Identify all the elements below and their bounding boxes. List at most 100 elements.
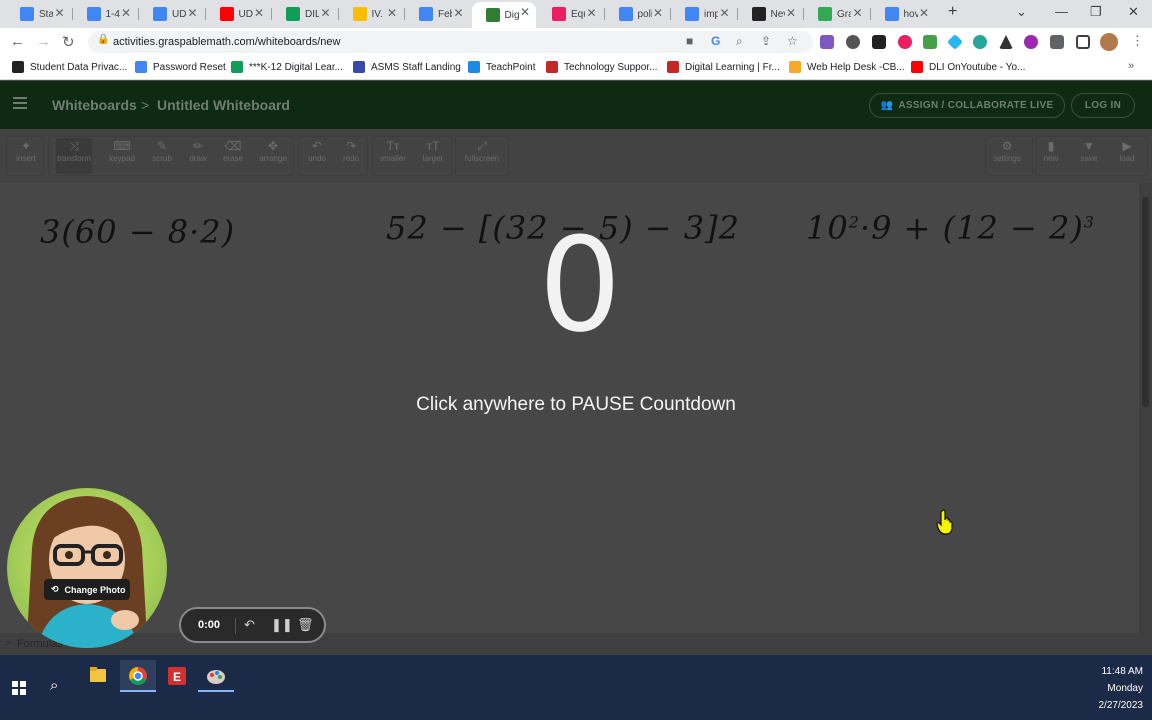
close-tab-icon[interactable]: ✕ — [919, 6, 929, 20]
tool-new[interactable]: ▮ new — [1033, 138, 1069, 174]
close-tab-icon[interactable]: ✕ — [121, 6, 131, 20]
browser-tab[interactable]: hov ✕ — [871, 3, 936, 25]
close-tab-icon[interactable]: ✕ — [453, 6, 463, 20]
tab-search-icon[interactable]: ⌄ — [1016, 4, 1027, 20]
close-tab-icon[interactable]: ✕ — [586, 6, 596, 20]
extension-dark-icon[interactable] — [872, 35, 886, 49]
page-title[interactable]: Untitled Whiteboard — [157, 97, 290, 113]
browser-tab[interactable]: UDI✕ — [139, 3, 204, 25]
close-tab-icon[interactable]: ✕ — [320, 6, 330, 20]
forward-icon[interactable]: → — [36, 33, 51, 50]
tool-insert[interactable]: ✦ insert — [8, 138, 44, 174]
bookmark-item[interactable]: DLI OnYoutube - Yo... — [911, 61, 1025, 73]
browser-tab[interactable]: DIL ✕ — [272, 3, 337, 25]
browser-tab[interactable]: poli✕ — [605, 3, 670, 25]
extension-puzzle-icon[interactable] — [820, 35, 834, 49]
close-tab-icon[interactable]: ✕ — [54, 6, 64, 20]
more-bookmarks-icon[interactable]: » — [1128, 60, 1134, 72]
tool-scrub[interactable]: ✎ scrub — [144, 138, 180, 174]
google-translate-icon[interactable]: G — [711, 34, 720, 48]
bookmark-item[interactable]: Technology Suppor... — [546, 61, 657, 73]
pause-icon[interactable]: ❚❚ — [271, 617, 293, 633]
tool-draw[interactable]: ✏ draw — [180, 138, 216, 174]
tool-undo[interactable]: ↶ undo — [299, 138, 335, 174]
bookmark-star-icon[interactable]: ☆ — [787, 34, 798, 48]
browser-tab[interactable]: Equ✕ — [538, 3, 603, 25]
math-expression-3[interactable]: 102·9 + (12 − 2)3 — [806, 209, 1095, 247]
tool-keypad[interactable]: ⌨ keypad — [104, 138, 140, 174]
tool-fullscreen[interactable]: ⤢ fullscreen — [464, 138, 500, 174]
red-app-icon[interactable]: E — [159, 660, 195, 692]
back-icon[interactable]: ← — [10, 33, 25, 50]
bookmark-item[interactable]: Password Reset — [135, 61, 226, 73]
share-icon[interactable]: ⇪ — [761, 34, 771, 48]
tool-load[interactable]: ▶ load — [1109, 138, 1145, 174]
extension-green-icon[interactable] — [923, 35, 937, 49]
profile-avatar[interactable] — [1100, 33, 1118, 51]
minimize-button[interactable]: — — [1055, 4, 1068, 19]
extension-flower-icon[interactable] — [898, 35, 912, 49]
tool-arrange[interactable]: ✥ arrange — [255, 138, 291, 174]
pause-countdown-message[interactable]: Click anywhere to PAUSE Countdown — [300, 394, 852, 416]
bookmark-item[interactable]: TeachPoint — [468, 61, 535, 73]
file-explorer-icon[interactable] — [80, 660, 116, 692]
address-bar[interactable]: 🔒 activities.graspablemath.com/whiteboar… — [88, 31, 813, 53]
paint-app-icon[interactable] — [198, 660, 234, 692]
browser-tab[interactable]: Feb✕ — [405, 3, 470, 25]
windows-start-icon[interactable] — [12, 681, 26, 700]
browser-tab[interactable]: imp ✕ — [671, 3, 736, 25]
scrollbar-thumb[interactable] — [1142, 197, 1149, 407]
close-tab-icon[interactable]: ✕ — [187, 6, 197, 20]
close-tab-icon[interactable]: ✕ — [719, 6, 729, 20]
delete-icon[interactable]: 🗑 — [297, 617, 314, 633]
extensions-menu-icon[interactable] — [1050, 35, 1064, 49]
extension-circle-icon[interactable] — [846, 35, 860, 49]
browser-tab[interactable]: IV. I✕ — [339, 3, 404, 25]
browser-tab[interactable]: UDI✕ — [206, 3, 271, 25]
tool-transform[interactable]: ⤨ transform — [56, 138, 92, 174]
close-tab-icon[interactable]: ✕ — [852, 6, 862, 20]
menu-icon[interactable] — [13, 97, 27, 109]
tool-save[interactable]: ▼ save — [1071, 138, 1107, 174]
webcam-avatar[interactable] — [7, 488, 167, 648]
canvas-scrollbar[interactable] — [1139, 183, 1152, 633]
breadcrumb-whiteboards[interactable]: Whiteboards — [52, 97, 137, 113]
restart-icon[interactable]: ↶ — [244, 617, 255, 633]
bookmark-item[interactable]: ASMS Staff Landing — [353, 61, 461, 73]
search-icon[interactable]: ⌕ — [50, 677, 58, 694]
close-tab-icon[interactable]: ✕ — [520, 5, 530, 19]
chrome-taskbar-icon[interactable] — [120, 660, 156, 692]
formulas-panel[interactable]: › Formulas — [0, 633, 1152, 655]
restore-button[interactable]: ❐ — [1090, 4, 1102, 20]
browser-tab[interactable]: Nev✕ — [738, 3, 803, 25]
chrome-menu-icon[interactable]: ⋮ — [1131, 33, 1144, 49]
rocket-icon[interactable] — [999, 35, 1013, 49]
bookmark-item[interactable]: Web Help Desk -CB... — [789, 61, 905, 73]
camera-icon[interactable]: ■ — [686, 34, 693, 48]
tool-smaller[interactable]: Tт smaller — [375, 138, 411, 174]
browser-tab[interactable]: 1-4 ✕ — [73, 3, 138, 25]
browser-tab[interactable]: Sta ✕ — [6, 3, 71, 25]
bookmark-item[interactable]: Student Data Privac... — [12, 61, 127, 73]
browser-tab[interactable]: Dig ✕ — [471, 2, 536, 28]
close-tab-icon[interactable]: ✕ — [387, 6, 397, 20]
tool-larger[interactable]: тT larger — [415, 138, 451, 174]
extension-purple-icon[interactable] — [1024, 35, 1038, 49]
taskbar-clock[interactable]: 11:48 AM Monday 2/27/2023 — [1099, 663, 1144, 714]
bookmark-item[interactable]: ***K-12 Digital Lear... — [231, 61, 343, 73]
new-tab-button[interactable]: + — [948, 3, 957, 21]
login-button[interactable]: LOG IN — [1071, 93, 1135, 118]
tool-redo[interactable]: ↷ redo — [333, 138, 369, 174]
math-expression-1[interactable]: 3(60 − 8·2) — [40, 213, 235, 251]
grammarly-icon[interactable] — [973, 35, 987, 49]
assign-collaborate-button[interactable]: 👥 ASSIGN / COLLABORATE LIVE — [869, 93, 1065, 118]
close-tab-icon[interactable]: ✕ — [786, 6, 796, 20]
extension-diamond-icon[interactable] — [947, 34, 963, 50]
zoom-icon[interactable]: ⌕ — [736, 34, 743, 49]
change-photo-button[interactable]: ⟲ Change Photo — [44, 579, 130, 600]
side-panel-icon[interactable] — [1076, 35, 1090, 49]
close-tab-icon[interactable]: ✕ — [254, 6, 264, 20]
tool-settings[interactable]: ⚙ settings — [989, 138, 1025, 174]
close-window-button[interactable]: ✕ — [1128, 4, 1139, 20]
tool-erase[interactable]: ⌫ erase — [215, 138, 251, 174]
